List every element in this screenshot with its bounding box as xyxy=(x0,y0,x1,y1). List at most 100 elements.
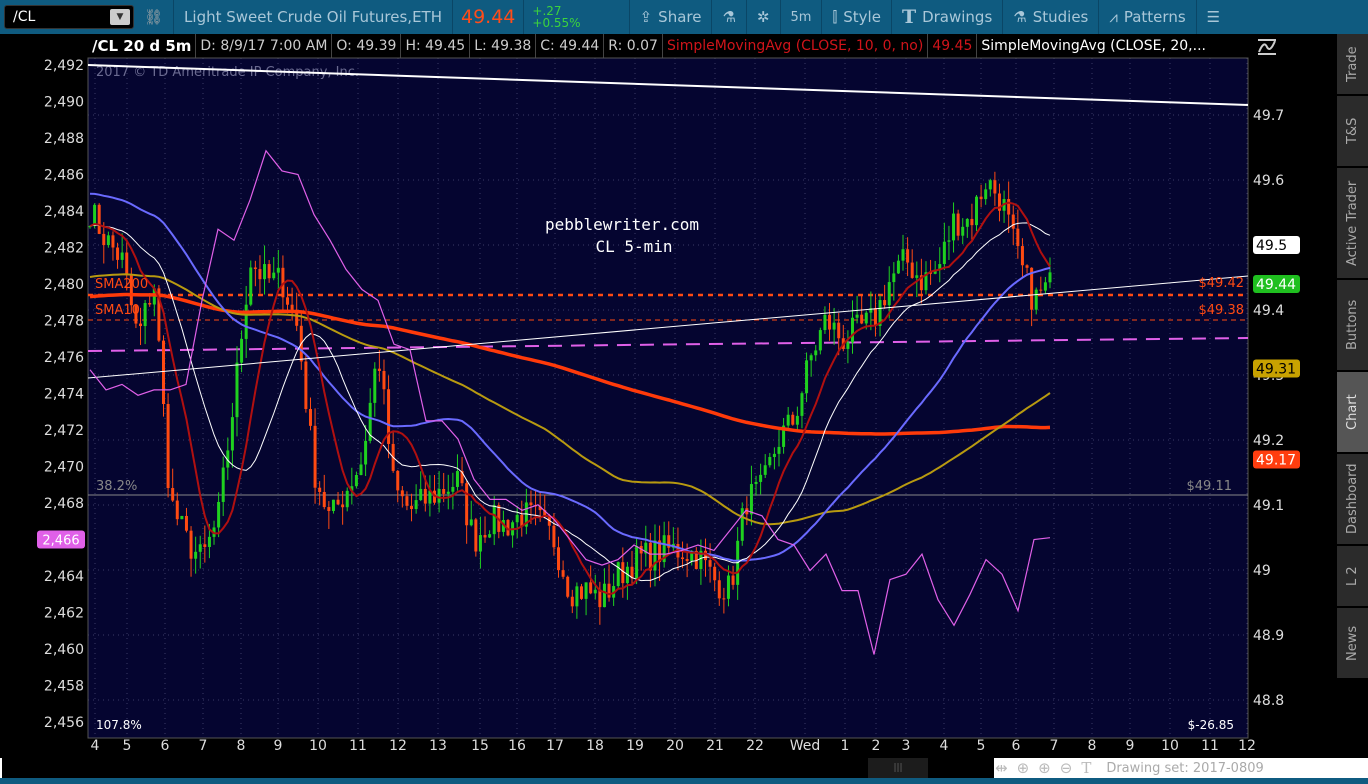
candle-body xyxy=(892,273,896,283)
x-axis-label: 12 xyxy=(389,738,407,754)
candle-body xyxy=(1039,289,1043,291)
side-tab-dashboard[interactable]: Dashboard xyxy=(1337,454,1368,544)
candle xyxy=(818,327,822,355)
candle-body xyxy=(818,330,822,351)
side-tab-trade[interactable]: Trade xyxy=(1337,34,1368,94)
left-axis-tick: 2,460 xyxy=(44,642,84,658)
right-axis-tick: 49.7 xyxy=(1253,108,1284,124)
scrollbar-thumb[interactable]: ||| xyxy=(868,758,928,778)
x-axis-label: 2 xyxy=(872,738,881,754)
candle xyxy=(166,393,170,498)
candle xyxy=(97,203,101,235)
candle-body xyxy=(915,275,919,278)
candle-body xyxy=(717,580,721,599)
right-axis-tick: 49.6 xyxy=(1253,173,1284,189)
side-tab-t-s[interactable]: T&S xyxy=(1337,96,1368,166)
candle-body xyxy=(754,481,758,485)
side-tab-buttons[interactable]: Buttons xyxy=(1337,280,1368,370)
study-toggle-icon[interactable] xyxy=(1258,39,1276,55)
candle-body xyxy=(988,180,992,190)
candle-body xyxy=(860,314,864,324)
candle-body xyxy=(184,515,188,531)
x-axis-label: 7 xyxy=(199,738,208,754)
candle-body xyxy=(286,297,290,305)
candle-body xyxy=(832,322,836,330)
side-tab-l-2[interactable]: L 2 xyxy=(1337,546,1368,606)
candle-body xyxy=(685,559,689,561)
candle-body xyxy=(143,302,147,327)
left-price-tag: 2,466 xyxy=(37,530,85,549)
zoom-out-icon[interactable]: ⊖ xyxy=(1060,759,1073,777)
x-axis-label: 11 xyxy=(349,738,367,754)
candle-body xyxy=(901,249,905,261)
horizontal-scrollbar[interactable]: ||| xyxy=(2,758,994,778)
candle-body xyxy=(483,535,487,538)
candle-body xyxy=(97,204,101,234)
x-axis-label: 3 xyxy=(902,738,911,754)
pan-icon[interactable]: ⇹ xyxy=(995,759,1008,777)
x-axis-label: 16 xyxy=(508,738,526,754)
candle-body xyxy=(942,241,946,265)
candle-body xyxy=(253,267,257,270)
candle-body xyxy=(993,180,997,194)
candle-body xyxy=(240,338,244,363)
candle-body xyxy=(327,507,331,512)
x-axis-label: 9 xyxy=(274,738,283,754)
left-axis-tick: 2,490 xyxy=(44,95,84,111)
candle-body xyxy=(823,314,827,331)
candle-body xyxy=(805,360,809,394)
candle-body xyxy=(607,583,611,598)
right-axis-tick: 49.4 xyxy=(1253,303,1284,319)
candle-body xyxy=(952,213,956,241)
side-tab-chart[interactable]: Chart xyxy=(1337,372,1368,452)
candle-body xyxy=(318,487,322,492)
right-axis-tick: 48.8 xyxy=(1253,693,1284,709)
candle-body xyxy=(488,534,492,538)
candle-body xyxy=(125,252,129,276)
x-axis-label: 5 xyxy=(123,738,132,754)
candle-body xyxy=(373,368,377,403)
candle-body xyxy=(1007,199,1011,215)
text-tool-icon[interactable]: T xyxy=(1081,759,1091,777)
left-axis-tick: 2,478 xyxy=(44,314,84,330)
candle-body xyxy=(873,308,877,326)
left-axis-tick: 2,492 xyxy=(44,58,84,74)
candle-body xyxy=(731,575,735,585)
side-tab-news[interactable]: News xyxy=(1337,608,1368,678)
x-axis-label: 8 xyxy=(1088,738,1097,754)
right-axis-tick: 48.9 xyxy=(1253,628,1284,644)
candle-body xyxy=(106,235,110,246)
left-axis-tick: 2,488 xyxy=(44,131,84,147)
candle-body xyxy=(855,314,859,318)
candle-body xyxy=(910,262,914,278)
candle-body xyxy=(1034,289,1038,310)
candle-body xyxy=(965,218,969,227)
x-axis-label: 7 xyxy=(1050,738,1059,754)
candle-body xyxy=(171,488,175,501)
candle-body xyxy=(786,414,790,426)
candle-body xyxy=(749,484,753,515)
left-axis-tick: 2,480 xyxy=(44,277,84,293)
candle-body xyxy=(207,536,211,547)
x-axis-label: 6 xyxy=(161,738,170,754)
candle-body xyxy=(602,583,606,608)
candle-body xyxy=(465,483,469,526)
candle-body xyxy=(956,213,960,236)
side-tab-active-trader[interactable]: Active Trader xyxy=(1337,168,1368,278)
candle-body xyxy=(437,488,441,503)
price-chart[interactable]: 2017 © TD Ameritrade IP Company, Inc. pe… xyxy=(0,0,1337,758)
candle-body xyxy=(322,491,326,508)
candle-body xyxy=(102,233,106,246)
crosshair-icon[interactable]: ⊕ xyxy=(1017,759,1030,777)
candle-body xyxy=(896,260,900,274)
x-axis-label: 4 xyxy=(940,738,949,754)
candle-body xyxy=(93,204,97,227)
candle-body xyxy=(198,544,202,552)
drawing-set-label[interactable]: Drawing set: 2017-0809 xyxy=(1106,761,1263,776)
x-axis-label: 6 xyxy=(1012,738,1021,754)
candle-body xyxy=(354,474,358,487)
candle-body xyxy=(575,586,579,607)
zoom-in-icon[interactable]: ⊕ xyxy=(1038,759,1051,777)
bottom-left-readout: 107.8% xyxy=(96,718,142,732)
side-panel-tabs: Trade T&S Active Trader Buttons Chart Dashboa… xyxy=(1337,34,1368,758)
